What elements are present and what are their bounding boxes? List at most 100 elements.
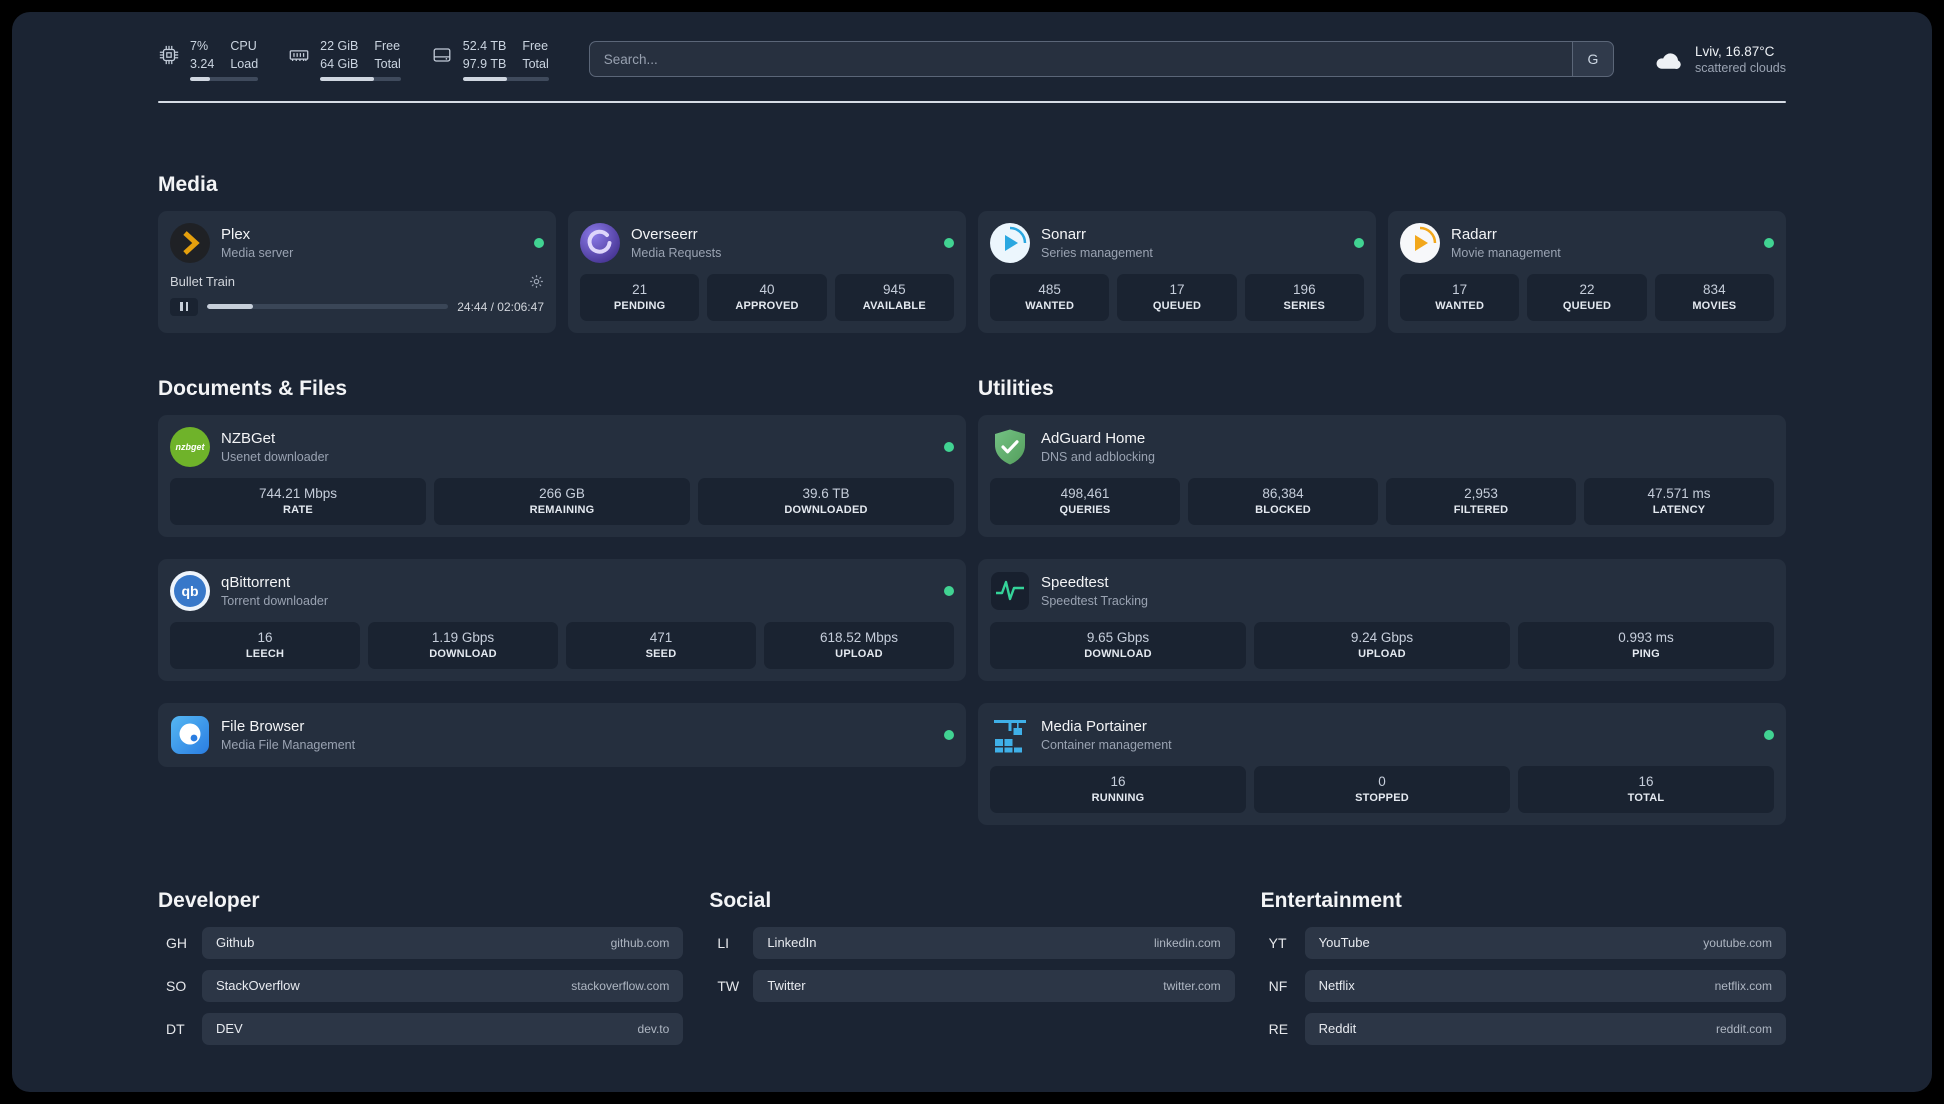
search-provider-button[interactable]: G (1571, 41, 1614, 78)
stat-label: LATENCY (1652, 503, 1706, 516)
service-link-nzbget[interactable]: nzbget NZBGet Usenet downloader (170, 426, 954, 467)
service-desc: DNS and adblocking (1041, 449, 1155, 464)
stat: 498,461 QUERIES (990, 477, 1180, 525)
stat-value: 86,384 (1262, 485, 1304, 501)
stat-label: SERIES (1283, 299, 1326, 312)
card-overseerr: Overseerr Media Requests 21 PENDING 40 A… (568, 210, 966, 333)
bookmark-row-linkedin[interactable]: LI LinkedIn linkedin.com (709, 926, 1235, 959)
stat: 39.6 TB DOWNLOADED (698, 477, 954, 525)
disk-bar-fill (462, 76, 508, 81)
bookmark-row-netflix[interactable]: NF Netflix netflix.com (1261, 969, 1786, 1002)
bookmark-abbr: YT (1268, 934, 1287, 951)
plex-icon (170, 222, 210, 263)
service-link-overseerr[interactable]: Overseerr Media Requests (580, 222, 954, 263)
stat-value: 16 (1638, 773, 1654, 789)
stat-value: 266 GB (539, 485, 585, 501)
memory-total-value: 64 GiB (320, 56, 359, 71)
cpu-bar (190, 76, 259, 81)
status-dot (1354, 237, 1364, 248)
weather-condition: scattered clouds (1694, 60, 1786, 75)
disk-total-label: Total (522, 56, 549, 71)
bookmark-url: github.com (610, 935, 670, 950)
service-link-portainer[interactable]: Media Portainer Container management (990, 715, 1774, 755)
stat-label: APPROVED (735, 299, 799, 312)
service-link-radarr[interactable]: Radarr Movie management (1400, 222, 1774, 263)
utilities-column: Utilities AdGuard Home DNS and adblockin… (978, 377, 1786, 825)
bookmark-row-youtube[interactable]: YT YouTube youtube.com (1261, 926, 1786, 959)
status-dot (944, 729, 954, 740)
search-input[interactable] (588, 41, 1572, 78)
status-dot (944, 585, 954, 596)
bookmark-row-stackoverflow[interactable]: SO StackOverflow stackoverflow.com (158, 969, 684, 1002)
stat-label: WANTED (1435, 299, 1485, 312)
memory-widget: 22 GiB Free 64 GiB Total (288, 38, 401, 81)
stat-label: REMAINING (529, 503, 595, 516)
stat-value: 618.52 Mbps (819, 629, 899, 645)
svg-text:nzbget: nzbget (176, 442, 206, 452)
stat-value: 0 (1378, 773, 1386, 789)
section-title-documents: Documents & Files (158, 376, 348, 400)
service-name: AdGuard Home (1041, 429, 1146, 447)
status-dot (1764, 237, 1774, 248)
svg-text:qb: qb (181, 583, 198, 599)
stat: 22 QUEUED (1527, 273, 1647, 321)
stat: 2,953 FILTERED (1386, 477, 1576, 525)
now-playing-title: Bullet Train (170, 273, 236, 289)
service-link-sonarr[interactable]: Sonarr Series management (990, 222, 1364, 263)
service-desc: Media server (221, 245, 294, 260)
card-sonarr: Sonarr Series management 485 WANTED 17 Q… (978, 210, 1376, 333)
gear-icon[interactable] (529, 274, 544, 289)
service-link-qbittorrent[interactable]: qb qBittorrent Torrent downloader (170, 570, 954, 611)
bookmark-url: netflix.com (1714, 978, 1772, 993)
pause-button[interactable] (170, 297, 198, 316)
stat: 1.19 Gbps DOWNLOAD (368, 621, 558, 669)
section-title-developer: Developer (158, 888, 260, 912)
disk-widget: 52.4 TB Free 97.9 TB Total (431, 38, 549, 81)
search-bar: G (588, 41, 1614, 78)
bookmark-row-dev[interactable]: DT DEV dev.to (158, 1012, 684, 1045)
service-name: Sonarr (1041, 225, 1087, 243)
resource-widgets: 7% CPU 3.24 Load 22 GiB Free 64 GiB Tota… (158, 38, 549, 81)
bookmark-group-developer: Developer GH Github github.com SO StackO… (158, 888, 684, 1056)
stat-value: 17 (1169, 281, 1185, 297)
service-link-plex[interactable]: Plex Media server (170, 222, 544, 263)
bookmark-row-reddit[interactable]: RE Reddit reddit.com (1261, 1012, 1786, 1045)
bookmark-row-twitter[interactable]: TW Twitter twitter.com (709, 969, 1235, 1002)
stat: 945 AVAILABLE (834, 273, 954, 321)
section-title-utilities: Utilities (978, 376, 1054, 400)
status-dot (534, 237, 544, 248)
stat-label: MOVIES (1692, 299, 1737, 312)
stat-label: SEED (645, 647, 677, 660)
bookmark-abbr: NF (1268, 977, 1288, 994)
bookmark-row-github[interactable]: GH Github github.com (158, 926, 684, 959)
cpu-load-value: 3.24 (190, 56, 215, 71)
service-name: File Browser (221, 717, 305, 735)
memory-total-label: Total (374, 56, 401, 71)
disk-icon (431, 44, 453, 66)
radarr-icon (1400, 222, 1440, 263)
stat-label: STOPPED (1355, 791, 1409, 804)
bookmark-group-social: Social LI LinkedIn linkedin.com TW Twitt… (709, 888, 1235, 1056)
weather-location: Lviv, 16.87°C (1694, 43, 1775, 59)
card-plex: Plex Media server Bullet Train 24:44 / 0… (158, 210, 556, 333)
service-desc: Container management (1041, 737, 1172, 752)
stat-value: 0.993 ms (1618, 629, 1674, 645)
bookmark-url: linkedin.com (1153, 935, 1221, 950)
stat: 834 MOVIES (1654, 273, 1774, 321)
playback-progress-fill (207, 304, 253, 310)
service-link-filebrowser[interactable]: File Browser Media File Management (170, 715, 954, 755)
card-radarr: Radarr Movie management 17 WANTED 22 QUE… (1388, 210, 1786, 333)
service-desc: Movie management (1451, 245, 1561, 260)
section-title-social: Social (709, 888, 772, 912)
qbittorrent-icon: qb (170, 570, 210, 611)
status-dot (944, 441, 954, 452)
stat-label: FILTERED (1453, 503, 1509, 516)
service-link-adguard[interactable]: AdGuard Home DNS and adblocking (990, 427, 1774, 467)
weather-widget: Lviv, 16.87°C scattered clouds (1650, 44, 1786, 75)
stat-value: 1.19 Gbps (431, 629, 495, 645)
bookmark-group-entertainment: Entertainment YT YouTube youtube.com NF … (1261, 889, 1786, 1056)
service-link-speedtest[interactable]: Speedtest Speedtest Tracking (990, 571, 1774, 611)
stat-label: WANTED (1025, 299, 1075, 312)
service-name: Plex (221, 225, 251, 243)
bookmark-abbr: DT (166, 1020, 185, 1037)
